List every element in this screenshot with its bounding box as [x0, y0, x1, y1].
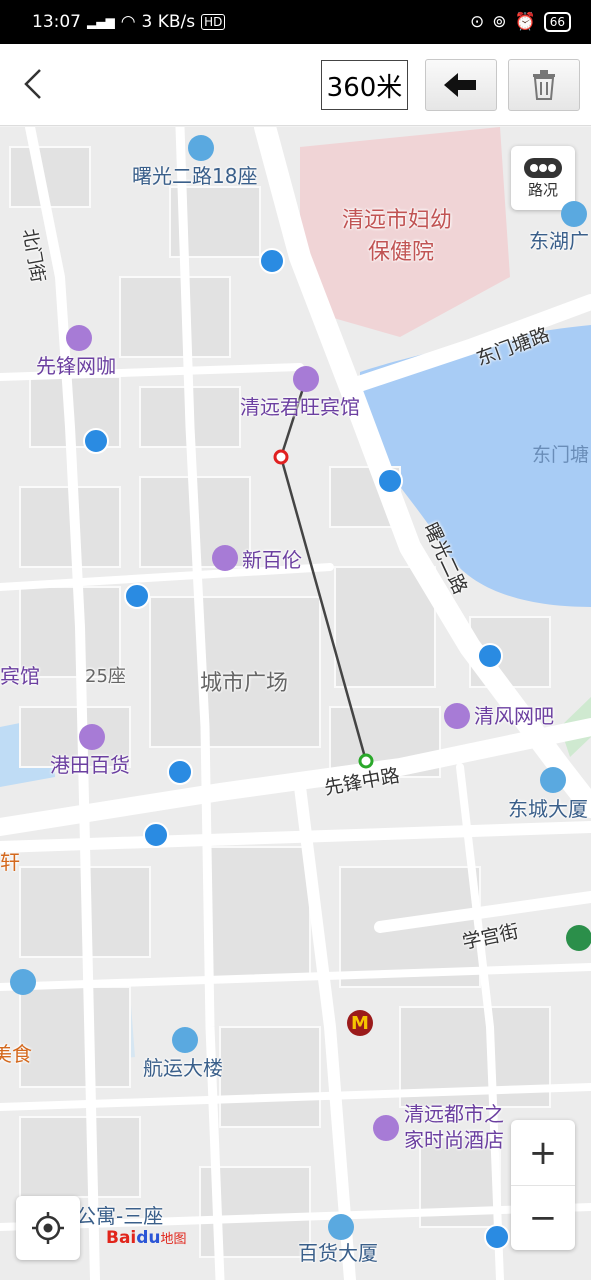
traffic-icon: [524, 157, 562, 178]
distance-display: 360米: [321, 60, 408, 110]
bus-stop-icon[interactable]: [477, 643, 503, 669]
cafe-poi-icon[interactable]: [66, 325, 92, 351]
bus-stop-icon[interactable]: [143, 822, 169, 848]
status-time: 13:07: [32, 12, 81, 32]
map-label: 城市广场: [200, 671, 289, 696]
baidu-map-logo: Baidu地图: [106, 1228, 187, 1248]
map-label: 公寓-三座: [76, 1204, 164, 1228]
map-label: 清远君旺宾馆: [240, 395, 360, 419]
lock-icon: ⊙: [470, 12, 485, 32]
road-condition-label: 路况: [527, 180, 558, 199]
map-label: 东门塘: [532, 444, 590, 466]
hd-badge: HD: [201, 14, 226, 30]
bus-stop-icon[interactable]: [484, 1224, 510, 1250]
trash-icon: [533, 70, 555, 100]
map-label: 美食: [0, 1042, 32, 1066]
map-label: 东城大厦: [508, 797, 588, 821]
building-poi-icon[interactable]: [188, 135, 214, 161]
shop-poi-icon[interactable]: [79, 724, 105, 750]
map-label: 家时尚酒店: [404, 1128, 504, 1152]
map-label: 保健院: [368, 240, 435, 265]
undo-button[interactable]: [425, 59, 497, 111]
building-poi-icon[interactable]: [540, 767, 566, 793]
map-view[interactable]: 路况 M 曙光二路18座 清远市妇幼 保健院 东湖广 北门街 东门塘路 先锋网咖…: [0, 127, 591, 1280]
clear-button[interactable]: [508, 59, 580, 111]
mcdonalds-icon[interactable]: M: [347, 1010, 373, 1036]
map-label: 港田百货: [50, 753, 130, 777]
wifi-icon: ◠: [120, 12, 136, 32]
map-label: 轩: [0, 850, 20, 874]
toolbar: 360米: [0, 44, 591, 126]
network-speed: 3 KB/s: [141, 12, 196, 32]
hotel-poi-icon[interactable]: [373, 1115, 399, 1141]
building-poi-icon[interactable]: [328, 1214, 354, 1240]
map-label: 曙光二路18座: [132, 164, 258, 188]
status-bar: 13:07 ▂▄▆ ◠ 3 KB/s HD ⊙ ⊚ ⏰ 66: [0, 0, 591, 44]
building-poi-icon[interactable]: [10, 969, 36, 995]
location-icon: ⊚: [492, 12, 507, 32]
signal-icon: ▂▄▆: [87, 15, 115, 29]
map-label: 清远都市之: [404, 1102, 504, 1126]
map-label: 清风网吧: [474, 704, 554, 728]
bus-stop-icon[interactable]: [124, 583, 150, 609]
arrow-left-icon: [444, 73, 476, 97]
map-label: 宾馆: [0, 664, 40, 688]
road-condition-button[interactable]: 路况: [511, 146, 575, 210]
bus-stop-icon[interactable]: [259, 248, 285, 274]
locate-button[interactable]: [16, 1196, 80, 1260]
battery-indicator: 66: [543, 12, 571, 32]
restaurant-poi-icon[interactable]: [566, 925, 591, 951]
crosshair-icon: [32, 1212, 64, 1244]
map-label: 航运大楼: [143, 1056, 223, 1080]
map-label: 25座: [85, 666, 126, 687]
map-label: 新百伦: [242, 548, 302, 572]
building-poi-icon[interactable]: [561, 201, 587, 227]
back-button[interactable]: [18, 64, 48, 104]
map-label: 百货大厦: [298, 1241, 378, 1265]
internet-cafe-poi-icon[interactable]: [444, 703, 470, 729]
map-label: 东湖广: [529, 229, 589, 253]
bus-stop-icon[interactable]: [167, 759, 193, 785]
hotel-poi-icon[interactable]: [293, 366, 319, 392]
shop-poi-icon[interactable]: [212, 545, 238, 571]
bus-stop-icon[interactable]: [377, 468, 403, 494]
map-label: 清远市妇幼: [342, 208, 453, 233]
building-poi-icon[interactable]: [172, 1027, 198, 1053]
chevron-left-icon: [24, 69, 41, 99]
bus-stop-icon[interactable]: [83, 428, 109, 454]
zoom-out-button[interactable]: −: [511, 1185, 575, 1250]
map-label: 先锋网咖: [36, 354, 116, 378]
alarm-icon: ⏰: [514, 12, 536, 32]
zoom-in-button[interactable]: +: [511, 1120, 575, 1185]
zoom-control: + −: [511, 1120, 575, 1250]
